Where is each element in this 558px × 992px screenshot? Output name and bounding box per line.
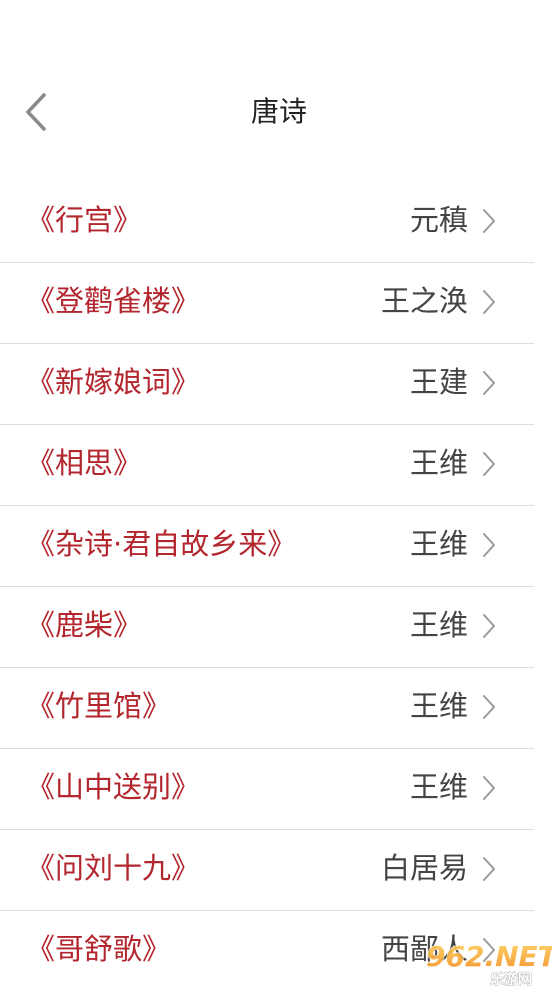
poem-title: 《山中送别》 [26,770,201,804]
page-title: 唐诗 [250,95,307,128]
poem-author: 王建 [409,365,468,399]
poem-title: 《新嫁娘词》 [26,365,201,399]
chevron-right-icon [483,290,495,314]
poem-title: 《鹿柴》 [26,608,143,642]
poem-row[interactable]: 《山中送别》 王维 [0,749,534,830]
header-bar: 唐诗 [0,70,558,154]
chevron-right-icon [483,209,495,233]
poem-author: 白居易 [380,851,468,885]
chevron-right-icon [483,452,495,476]
chevron-right-icon [483,614,495,638]
poem-author: 王维 [409,527,468,561]
watermark-text: 962.NET [426,940,552,973]
chevron-right-icon [483,857,495,881]
chevron-right-icon [483,371,495,395]
poem-title: 《相思》 [26,446,143,480]
poem-author: 王维 [409,689,468,723]
poem-row[interactable]: 《行宫》 元稹 [0,182,534,263]
poem-row[interactable]: 《相思》 王维 [0,425,534,506]
poem-author: 王维 [409,446,468,480]
poem-title: 《哥舒歌》 [26,932,172,966]
poem-author: 王维 [409,770,468,804]
chevron-right-icon [483,533,495,557]
poem-row[interactable]: 《杂诗·君自故乡来》 王维 [0,506,534,587]
poem-title: 《竹里馆》 [26,689,172,723]
poem-row[interactable]: 《鹿柴》 王维 [0,587,534,668]
poem-title: 《登鹳雀楼》 [26,284,201,318]
poem-author: 元稹 [409,203,468,237]
poem-list: 《行宫》 元稹 《登鹳雀楼》 王之涣 《新嫁娘词》 王建 《相思》 王维 《杂诗… [0,182,534,991]
poem-row[interactable]: 《问刘十九》 白居易 [0,830,534,911]
poem-row[interactable]: 《新嫁娘词》 王建 [0,344,534,425]
poem-row[interactable]: 《竹里馆》 王维 [0,668,534,749]
poem-row[interactable]: 《登鹳雀楼》 王之涣 [0,263,534,344]
poem-title: 《问刘十九》 [26,851,201,885]
watermark-logo: 962.NET 乐游网 [425,939,552,988]
poem-title: 《行宫》 [26,203,143,237]
poem-author: 王维 [409,608,468,642]
poem-title: 《杂诗·君自故乡来》 [26,527,297,561]
chevron-right-icon [483,776,495,800]
watermark-subtext: 乐游网 [490,971,532,988]
poem-author: 王之涣 [380,284,468,318]
chevron-right-icon [483,695,495,719]
